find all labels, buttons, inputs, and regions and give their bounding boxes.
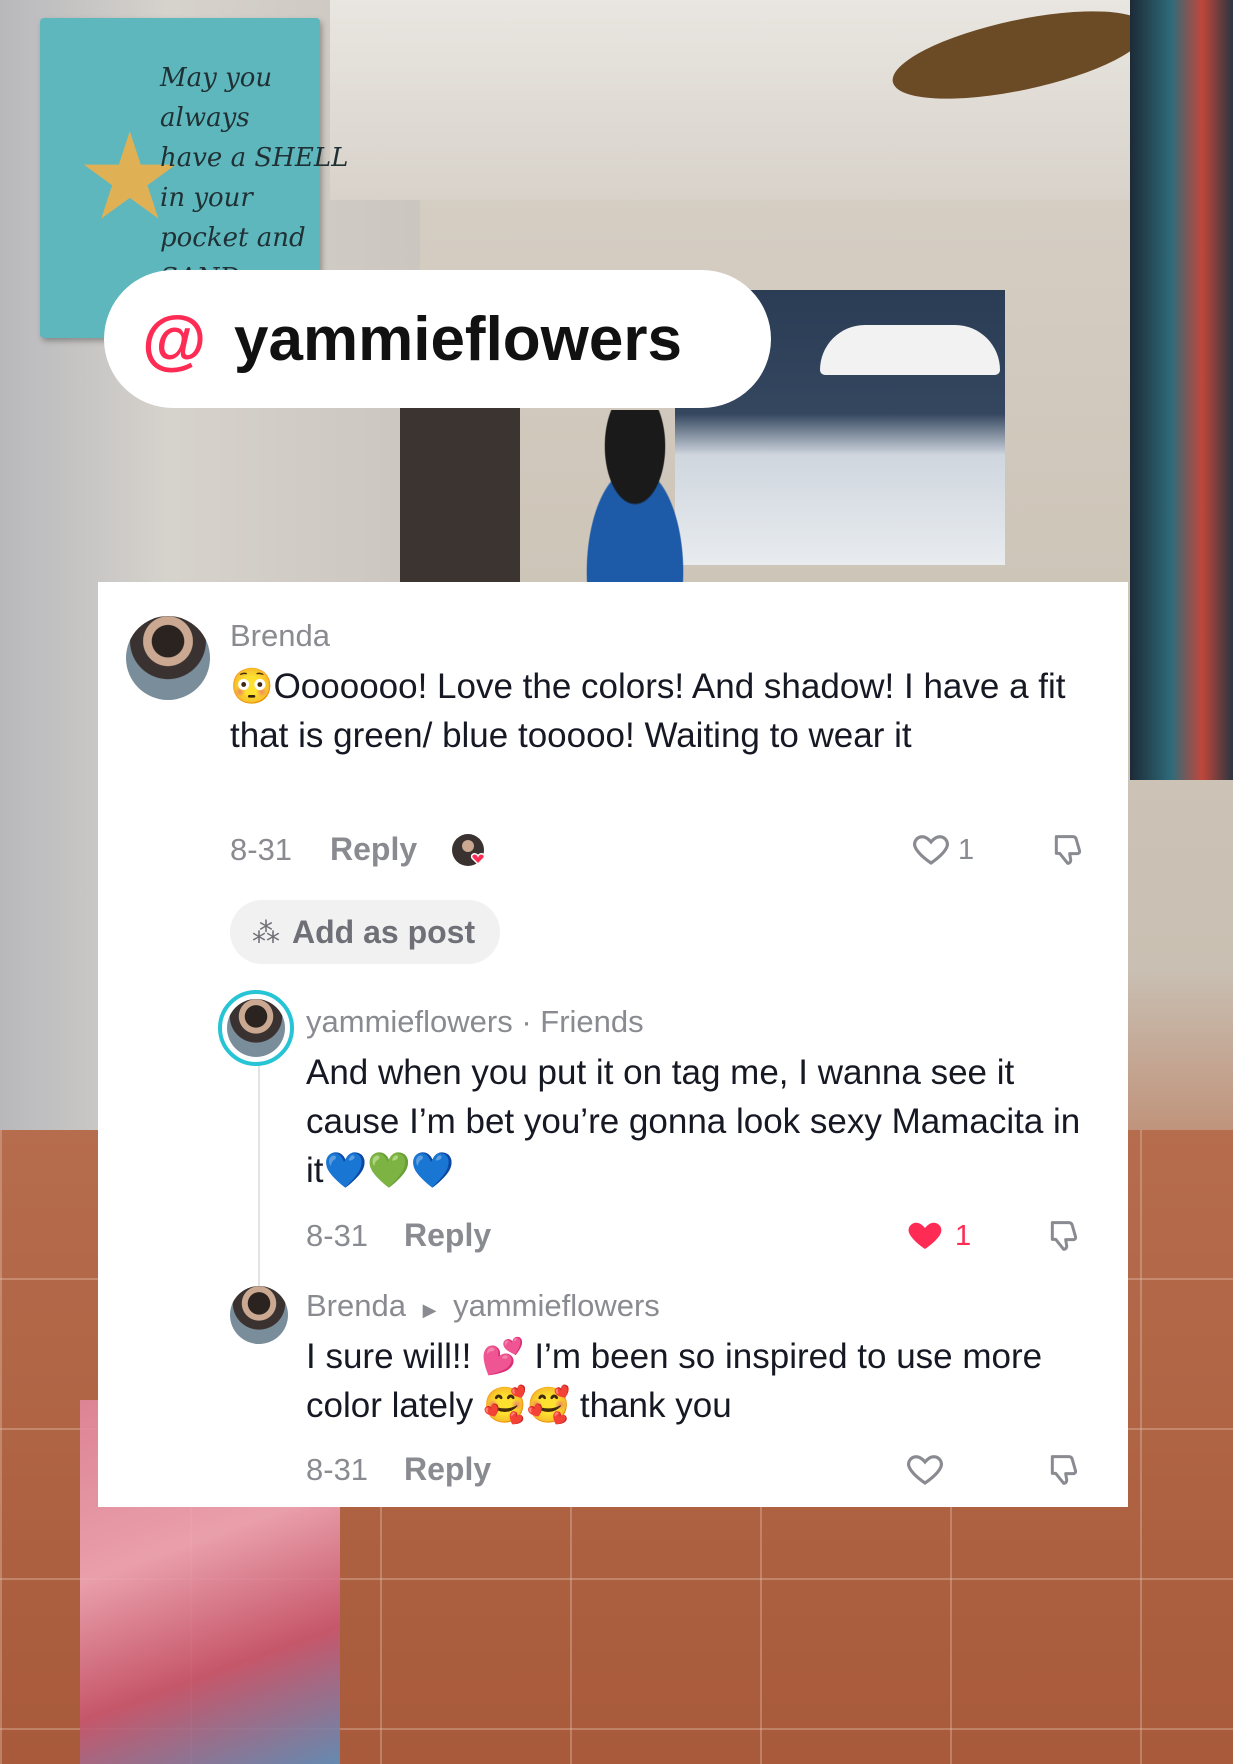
- heart-icon[interactable]: [910, 828, 952, 870]
- comment-author[interactable]: yammieflowers · Friends: [306, 1004, 644, 1040]
- thread-line: [258, 1058, 260, 1308]
- comment-author-line: Brenda ▶ yammieflowers: [306, 1288, 660, 1324]
- at-icon: @: [142, 302, 207, 376]
- comment-date: 8-31: [306, 1218, 369, 1253]
- comment-date: 8-31: [306, 1452, 369, 1487]
- avatar[interactable]: [126, 616, 210, 700]
- comment-date: 8-31: [230, 832, 293, 867]
- heart-icon[interactable]: [904, 1448, 946, 1490]
- comment-text: 😳Ooooooo! Love the colors! And shadow! I…: [230, 667, 1066, 755]
- sign-line: pocket and: [160, 223, 306, 253]
- comment-author[interactable]: Brenda: [230, 618, 330, 654]
- like-count: 1: [955, 1220, 972, 1252]
- mirror-frame: [1130, 0, 1233, 780]
- avatar[interactable]: [227, 999, 285, 1057]
- creator-liked-badge: [450, 832, 490, 872]
- person-taking-selfie: [560, 410, 710, 590]
- add-as-post-button[interactable]: ⁂ Add as post: [230, 900, 500, 964]
- heart-icon[interactable]: [904, 1214, 946, 1256]
- mention-sticker[interactable]: @ yammieflowers: [104, 270, 771, 408]
- reply-arrow-icon: ▶: [422, 1300, 437, 1320]
- reply-button[interactable]: Reply: [404, 1451, 491, 1488]
- reply-button[interactable]: Reply: [330, 831, 417, 868]
- avatar[interactable]: [230, 1286, 288, 1344]
- like-count: 1: [958, 834, 975, 866]
- mention-username: yammieflowers: [234, 304, 682, 374]
- dislike-icon[interactable]: [1044, 1450, 1084, 1490]
- doorway: [400, 405, 520, 585]
- wall-sign-text: May you always have a SHELL in your pock…: [160, 58, 350, 298]
- dislike-icon[interactable]: [1048, 830, 1088, 870]
- comment-text: And when you put it on tag me, I wanna s…: [306, 1053, 1081, 1190]
- dislike-icon[interactable]: [1044, 1216, 1084, 1256]
- sign-line: have a SHELL: [160, 143, 349, 173]
- sign-line: May you always: [160, 63, 273, 133]
- comment-card: Brenda 😳Ooooooo! Love the colors! And sh…: [98, 582, 1128, 1507]
- reply-to-user[interactable]: yammieflowers: [453, 1288, 660, 1323]
- reply-button[interactable]: Reply: [404, 1217, 491, 1254]
- add-as-post-label: Add as post: [292, 913, 476, 950]
- comment-author[interactable]: Brenda: [306, 1288, 406, 1323]
- umbrella: [820, 325, 1000, 375]
- sparkle-icon: ⁂: [252, 915, 280, 949]
- comment-text: I sure will!! 💕 I’m been so inspired to …: [306, 1337, 1043, 1425]
- sign-line: in your: [160, 183, 253, 213]
